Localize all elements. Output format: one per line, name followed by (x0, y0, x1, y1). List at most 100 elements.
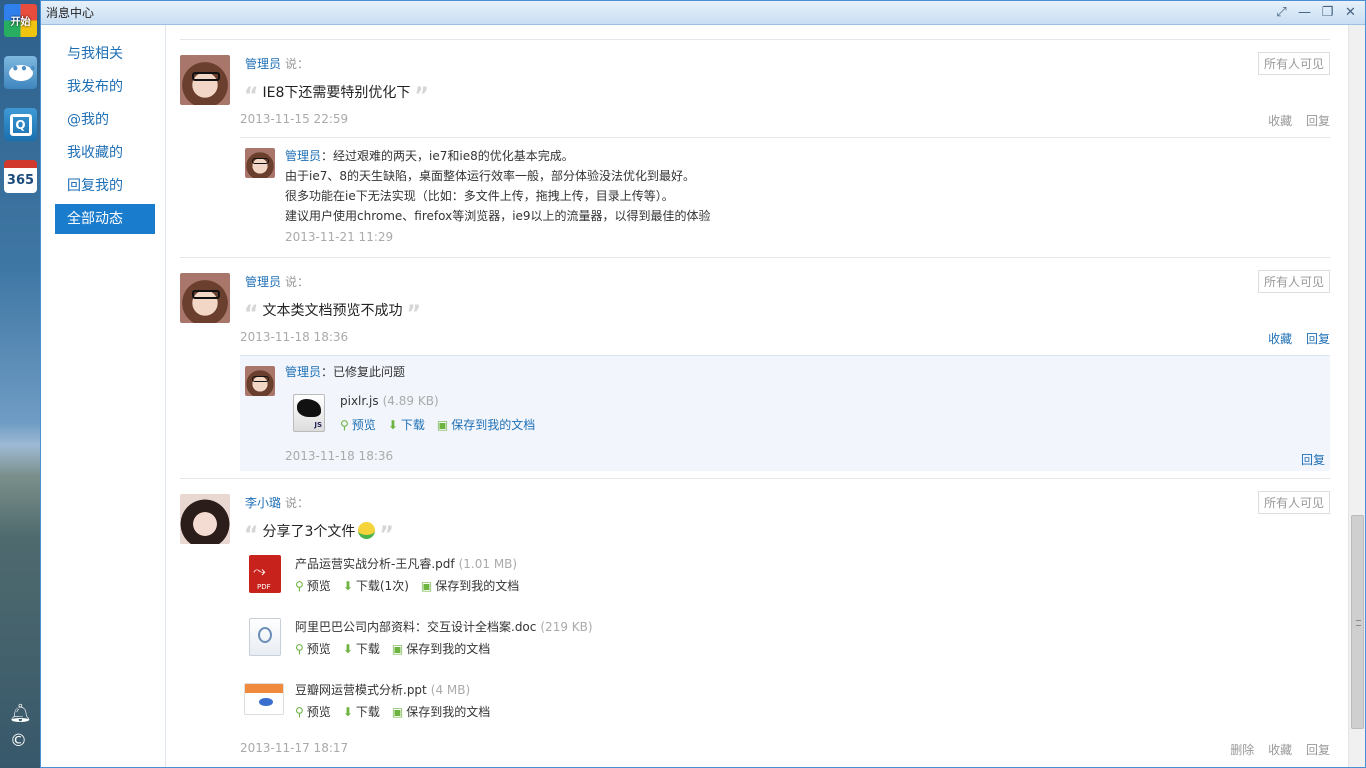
post-text: IE8下还需要特别优化下 (262, 85, 411, 101)
post-author[interactable]: 李小璐 (245, 496, 281, 510)
save-to-docs-button[interactable]: ▣ 保存到我的文档 (437, 416, 535, 433)
message-center-window: 消息中心 ⤢ — ❐ ✕ 与我相关 我发布的 @我的 我收藏的 回复我的 全部动… (40, 0, 1366, 768)
preview-label: 预览 (306, 642, 331, 656)
download-button[interactable]: ⬇ 下载(1次) (343, 577, 409, 594)
sidebar-item-all-activity[interactable]: 全部动态 (55, 204, 155, 234)
app-q-icon[interactable]: Q (4, 108, 37, 141)
sidebar-item-mentions[interactable]: @我的 (55, 105, 155, 135)
visibility-badge: 所有人可见 (1257, 270, 1330, 293)
says-label: 说： (285, 57, 310, 71)
copyright-icon[interactable]: © (10, 731, 27, 751)
window-title: 消息中心 (46, 6, 95, 20)
sidebar-item-published[interactable]: 我发布的 (55, 72, 155, 102)
close-icon[interactable]: ✕ (1342, 4, 1359, 21)
post-text: 文本类文档预览不成功 (262, 303, 403, 319)
avatar[interactable] (180, 55, 230, 105)
download-label: 下载 (400, 418, 425, 432)
download-button[interactable]: ⬇ 下载 (343, 640, 380, 657)
calendar-icon[interactable]: 365 (4, 160, 37, 193)
sidebar: 与我相关 我发布的 @我的 我收藏的 回复我的 全部动态 (41, 25, 166, 767)
download-label: 下载 (355, 642, 380, 656)
reply-button[interactable]: 回复 (1306, 332, 1330, 346)
feed-post: 管理员 说： 所有人可见 “IE8下还需要特别优化下” 2013-11-15 22… (180, 39, 1330, 257)
chat-icon[interactable] (4, 56, 38, 89)
download-button[interactable]: ⬇ 下载 (388, 416, 425, 433)
preview-button[interactable]: ⚲ 预览 (340, 416, 376, 433)
save-to-docs-button[interactable]: ▣ 保存到我的文档 (392, 703, 490, 720)
file-name[interactable]: 豆瓣网运营模式分析.ppt (295, 683, 427, 697)
scrollbar-thumb[interactable] (1351, 515, 1364, 729)
desktop-dock: 开始 Q 365 🔔︎ © (0, 0, 40, 768)
feed-content: 管理员 说： 所有人可见 “IE8下还需要特别优化下” 2013-11-15 22… (166, 25, 1365, 767)
bell-icon[interactable]: 🔔︎ (9, 703, 32, 724)
save-to-docs-button[interactable]: ▣ 保存到我的文档 (392, 640, 490, 657)
fullscreen-icon[interactable]: ⤢ (1273, 4, 1290, 21)
preview-button[interactable]: ⚲ 预览 (295, 577, 331, 594)
reply-avatar[interactable] (245, 366, 275, 396)
sidebar-item-favorites[interactable]: 我收藏的 (55, 138, 155, 168)
save-icon: ▣ (420, 579, 433, 593)
file-name[interactable]: 产品运营实战分析-王凡睿.pdf (295, 557, 455, 571)
avatar[interactable] (180, 494, 230, 544)
file-name[interactable]: 阿里巴巴公司内部资料：交互设计全档案.doc (295, 620, 536, 634)
minimize-icon[interactable]: — (1296, 4, 1313, 21)
preview-button[interactable]: ⚲ 预览 (295, 640, 331, 657)
file-name[interactable]: pixlr.js (340, 394, 379, 408)
reply-item: 管理员：已修复此问题 JS pixlr.js (4.89 KB) ⚲ 预览 ⬇ 下载 (240, 355, 1330, 471)
save-label: 保存到我的文档 (406, 705, 491, 719)
avatar[interactable] (180, 273, 230, 323)
download-icon: ⬇ (342, 642, 353, 656)
save-icon: ▣ (391, 705, 404, 719)
reply-line: 由于ie7、8的天生缺陷，桌面整体运行效率一般，部分体验没法优化到最好。 (285, 169, 695, 183)
file-size: (4 MB) (430, 683, 471, 697)
post-time: 2013-11-18 18:36 (240, 330, 349, 344)
maximize-icon[interactable]: ❐ (1319, 4, 1336, 21)
reply-time: 2013-11-18 18:36 (285, 449, 394, 463)
save-to-docs-button[interactable]: ▣ 保存到我的文档 (421, 577, 519, 594)
sidebar-item-replies[interactable]: 回复我的 (55, 171, 155, 201)
close-quote-icon: ” (379, 523, 394, 548)
favorite-button[interactable]: 收藏 (1268, 114, 1292, 128)
post-author[interactable]: 管理员 (245, 275, 281, 289)
reply-author[interactable]: 管理员 (285, 365, 321, 379)
reply-button[interactable]: 回复 (1306, 743, 1330, 757)
reply-item: 管理员：经过艰难的两天，ie7和ie8的优化基本完成。 由于ie7、8的天生缺陷… (240, 148, 1330, 248)
sidebar-item-related[interactable]: 与我相关 (55, 39, 155, 69)
favorite-button[interactable]: 收藏 (1268, 743, 1292, 757)
calendar-label: 365 (6, 173, 35, 188)
visibility-badge: 所有人可见 (1257, 52, 1330, 75)
window-titlebar: 消息中心 ⤢ — ❐ ✕ (41, 1, 1365, 25)
feed-post: 管理员 说： 所有人可见 “文本类文档预览不成功” 2013-11-18 18:3… (180, 257, 1330, 478)
start-label: 开始 (10, 17, 31, 28)
vertical-scrollbar[interactable] (1348, 25, 1365, 767)
delete-button[interactable]: 删除 (1230, 743, 1254, 757)
close-quote-icon: ” (406, 302, 421, 327)
save-label: 保存到我的文档 (451, 418, 536, 432)
download-label: 下载 (355, 705, 380, 719)
doc-file-icon (249, 618, 281, 656)
reply-button[interactable]: 回复 (1301, 451, 1325, 468)
reply-author[interactable]: 管理员 (285, 149, 321, 163)
favorite-button[interactable]: 收藏 (1268, 332, 1292, 346)
download-button[interactable]: ⬇ 下载 (343, 703, 380, 720)
download-label: 下载(1次) (355, 579, 409, 593)
preview-label: 预览 (351, 418, 376, 432)
feed-post: 李小璐 说： 所有人可见 “分享了3个文件 ” ⤳ PDF 产品运营实战分析-王凡睿… (180, 478, 1330, 767)
reply-line: 很多功能在ie下无法实现（比如：多文件上传，拖拽上传，目录上传等）。 (285, 189, 674, 203)
reply-button[interactable]: 回复 (1306, 114, 1330, 128)
save-label: 保存到我的文档 (406, 642, 491, 656)
emoji-icon (358, 522, 376, 539)
post-text: 分享了3个文件 (262, 524, 356, 540)
start-button[interactable]: 开始 (4, 4, 37, 37)
reply-line: 经过艰难的两天，ie7和ie8的优化基本完成。 (333, 149, 574, 163)
post-time: 2013-11-17 18:17 (240, 741, 349, 755)
says-label: 说： (285, 275, 310, 289)
reply-avatar[interactable] (245, 148, 275, 178)
save-label: 保存到我的文档 (435, 579, 520, 593)
download-icon: ⬇ (342, 579, 353, 593)
pdf-file-icon: ⤳ PDF (249, 555, 281, 593)
preview-button[interactable]: ⚲ 预览 (295, 703, 331, 720)
visibility-badge: 所有人可见 (1257, 491, 1330, 514)
post-author[interactable]: 管理员 (245, 57, 281, 71)
open-quote-icon: “ (244, 84, 259, 109)
